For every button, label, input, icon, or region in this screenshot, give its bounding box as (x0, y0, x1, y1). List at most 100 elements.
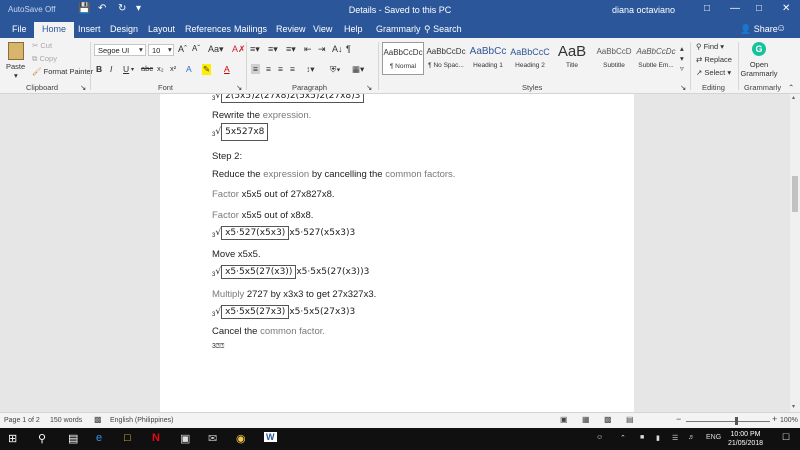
copy-button[interactable]: ⧉ Copy (32, 54, 57, 64)
style-title[interactable]: AaB Title (551, 42, 593, 75)
search-icon[interactable]: ⚲ (38, 432, 46, 445)
people-icon[interactable]: ☺ (596, 434, 603, 441)
superscript-icon[interactable]: x² (170, 64, 176, 73)
share-button[interactable]: 👤 Share (740, 24, 778, 35)
tray-expand-icon[interactable]: ⌃ (620, 434, 626, 442)
font-size-dropdown-icon[interactable]: ▾ (168, 45, 172, 54)
clear-formatting-icon[interactable]: A✗ (232, 44, 246, 55)
decrease-indent-icon[interactable]: ⇤ (304, 44, 312, 55)
comments-icon[interactable]: ☺ (776, 23, 786, 34)
language-indicator[interactable]: English (Philippines) (110, 417, 173, 424)
document-page[interactable]: 3√ 2(5x5)2(27x8)2(5x5)2(27x8)3 Rewrite th… (160, 94, 634, 412)
equation-box-3[interactable]: x5·527(x5x3) (221, 226, 290, 240)
cut-button[interactable]: ✂ Cut (32, 41, 52, 50)
web-layout-icon[interactable]: ▤ (626, 415, 634, 424)
zoom-level[interactable]: 100% (780, 417, 798, 424)
tab-design[interactable]: Design (110, 24, 138, 34)
replace-button[interactable]: ⇄ Replace (696, 55, 732, 64)
notifications-icon[interactable]: ☐ (782, 432, 790, 443)
minimize-icon[interactable]: — (730, 3, 740, 14)
tab-references[interactable]: References (185, 24, 231, 34)
shading-icon[interactable]: ⛨▾ (330, 64, 341, 75)
maximize-icon[interactable]: □ (756, 3, 762, 14)
line-spacing-icon[interactable]: ↕▾ (306, 64, 315, 75)
format-painter-button[interactable]: 🖌 Format Painter (32, 67, 93, 76)
focus-mode-icon[interactable]: ▣ (560, 415, 568, 424)
clock[interactable]: 10:00 PM 21/05/2018 (728, 430, 763, 448)
increase-indent-icon[interactable]: ⇥ (318, 44, 326, 55)
tell-me-search[interactable]: ⚲ Search (424, 24, 462, 35)
tab-grammarly[interactable]: Grammarly (376, 24, 421, 34)
multilevel-list-icon[interactable]: ≡▾ (286, 44, 296, 55)
find-button[interactable]: ⚲ Find ▾ (696, 42, 724, 51)
styles-launcher-icon[interactable]: ↘ (680, 83, 686, 92)
bullets-icon[interactable]: ≡▾ (250, 44, 260, 55)
paste-dropdown-icon[interactable]: ▾ (14, 71, 18, 80)
tab-view[interactable]: View (313, 24, 332, 34)
zoom-slider-thumb[interactable] (735, 417, 738, 425)
align-center-icon[interactable]: ≡ (266, 64, 271, 74)
font-color-icon[interactable]: A (224, 64, 230, 74)
style-normal[interactable]: AaBbCcDc ¶ Normal (382, 42, 424, 75)
ribbon-display-icon[interactable]: □ (704, 3, 710, 14)
zoom-out-icon[interactable]: − (676, 414, 681, 424)
netflix-icon[interactable]: N (152, 432, 160, 444)
scrollbar-thumb[interactable] (792, 176, 798, 212)
mail-icon[interactable]: ✉ (208, 432, 217, 445)
subscript-icon[interactable]: x₂ (157, 64, 164, 73)
justify-icon[interactable]: ≡ (290, 64, 295, 74)
underline-icon[interactable]: U (123, 64, 129, 74)
style-subtitle[interactable]: AaBbCcD Subtitle (593, 42, 635, 75)
print-layout-icon[interactable]: ▩ (604, 415, 612, 424)
zoom-slider-track[interactable] (686, 421, 770, 422)
equation-box-4[interactable]: x5·5x5(27(x3)) (221, 265, 297, 279)
equation-box-1[interactable]: 2(5x5)2(27x8)2(5x5)2(27x8)3 (221, 94, 365, 103)
windows-start-icon[interactable]: ⊞ (8, 432, 17, 445)
select-button[interactable]: ↗ Select ▾ (696, 68, 731, 77)
wifi-icon[interactable]: ☰ (672, 434, 678, 442)
task-view-icon[interactable]: ▤ (68, 432, 78, 445)
strikethrough-icon[interactable]: abc (141, 64, 153, 73)
style-heading-2[interactable]: AaBbCcC Heading 2 (509, 42, 551, 75)
text-effects-icon[interactable]: A (186, 64, 192, 74)
tab-help[interactable]: Help (344, 24, 363, 34)
underline-dropdown-icon[interactable]: ▾ (131, 66, 134, 73)
tab-review[interactable]: Review (276, 24, 306, 34)
sort-icon[interactable]: A↓ (332, 44, 343, 54)
clipboard-launcher-icon[interactable]: ↘ (80, 83, 86, 92)
store-icon[interactable]: ▣ (180, 432, 190, 445)
shrink-font-icon[interactable]: Aˇ (192, 44, 200, 53)
paste-icon[interactable] (8, 42, 24, 60)
equation-box-2[interactable]: 5x527x8 (221, 123, 269, 141)
styles-scroll-down-icon[interactable]: ▾ (680, 54, 684, 63)
collapse-ribbon-icon[interactable]: ⌃ (788, 83, 794, 92)
bold-icon[interactable]: B (96, 64, 102, 74)
style-subtle-emphasis[interactable]: AaBbCcDc Subtle Em... (635, 42, 677, 75)
paste-button[interactable]: Paste (6, 62, 25, 71)
tab-layout[interactable]: Layout (148, 24, 175, 34)
zoom-in-icon[interactable]: + (772, 414, 777, 424)
scroll-up-icon[interactable]: ▴ (792, 94, 795, 101)
close-icon[interactable]: ✕ (782, 3, 790, 14)
font-family-dropdown-icon[interactable]: ▾ (139, 45, 143, 54)
numbering-icon[interactable]: ≡▾ (268, 44, 278, 55)
italic-icon[interactable]: I (110, 64, 112, 74)
page-count[interactable]: Page 1 of 2 (4, 417, 40, 424)
read-mode-icon[interactable]: ▦ (582, 415, 590, 424)
word-count[interactable]: 150 words (50, 417, 82, 424)
user-name[interactable]: diana octaviano (612, 5, 675, 15)
chrome-icon[interactable]: ◉ (236, 432, 246, 445)
tray-app-icon[interactable]: ■ (640, 434, 644, 441)
grammarly-icon[interactable]: G (752, 42, 766, 56)
font-launcher-icon[interactable]: ↘ (236, 83, 242, 92)
battery-icon[interactable]: ▮ (656, 434, 660, 442)
styles-more-icon[interactable]: ▿ (680, 64, 684, 73)
change-case-icon[interactable]: Aa▾ (208, 44, 224, 55)
align-left-icon[interactable]: ≡ (251, 64, 260, 74)
style-heading-1[interactable]: AaBbCc Heading 1 (467, 42, 509, 75)
word-taskbar-icon[interactable]: W (264, 432, 277, 442)
volume-icon[interactable]: ♬ (688, 434, 695, 441)
open-grammarly-button[interactable]: Open Grammarly (740, 60, 778, 78)
style-no-spacing[interactable]: AaBbCcDc ¶ No Spac... (425, 42, 467, 75)
scroll-down-icon[interactable]: ▾ (792, 403, 795, 410)
